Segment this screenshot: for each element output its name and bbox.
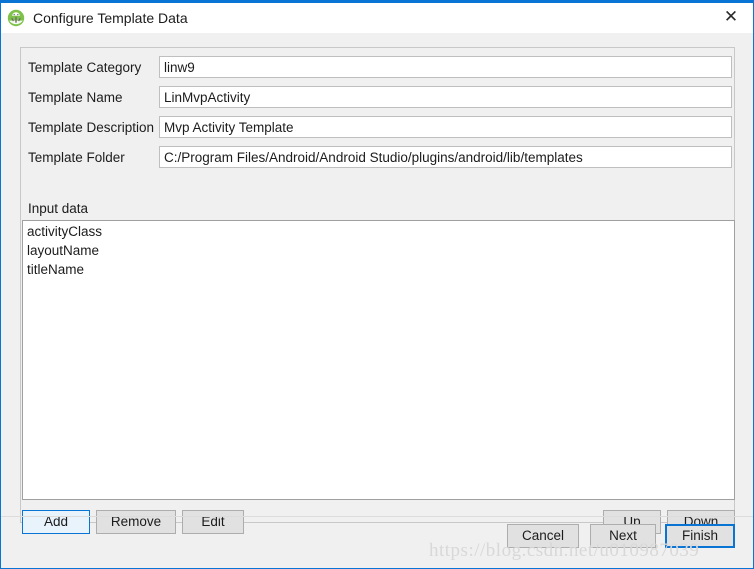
input-template-name[interactable]: [159, 86, 732, 108]
window-title: Configure Template Data: [33, 10, 188, 26]
label-template-description: Template Description: [28, 119, 155, 135]
label-template-category: Template Category: [28, 59, 142, 75]
cancel-button[interactable]: Cancel: [507, 524, 579, 548]
remove-button[interactable]: Remove: [96, 510, 176, 534]
label-template-folder: Template Folder: [28, 149, 125, 165]
form-row-template-name: Template Name: [22, 86, 732, 108]
label-template-name: Template Name: [28, 89, 123, 105]
input-template-folder[interactable]: [159, 146, 732, 168]
list-item[interactable]: titleName: [23, 260, 734, 279]
finish-button[interactable]: Finish: [665, 524, 735, 548]
android-studio-icon: [7, 9, 25, 27]
form-row-template-category: Template Category: [22, 56, 732, 78]
input-data-label: Input data: [28, 201, 89, 216]
input-data-listbox[interactable]: activityClass layoutName titleName: [22, 220, 735, 500]
list-item[interactable]: layoutName: [23, 241, 734, 260]
close-icon[interactable]: ✕: [709, 3, 753, 32]
form-row-template-description: Template Description: [22, 116, 732, 138]
input-template-description[interactable]: [159, 116, 732, 138]
list-item[interactable]: activityClass: [23, 222, 734, 241]
template-config-panel: Template Category Template Name Template…: [20, 47, 735, 534]
add-button[interactable]: Add: [22, 510, 90, 534]
dialog-window: Configure Template Data ✕ Template Categ…: [0, 0, 754, 569]
footer-separator: [1, 516, 753, 517]
dialog-content: Template Category Template Name Template…: [1, 33, 753, 568]
input-template-category[interactable]: [159, 56, 732, 78]
title-bar: Configure Template Data ✕: [1, 3, 753, 33]
form-row-template-folder: Template Folder: [22, 146, 732, 168]
next-button[interactable]: Next: [590, 524, 656, 548]
edit-button[interactable]: Edit: [182, 510, 244, 534]
